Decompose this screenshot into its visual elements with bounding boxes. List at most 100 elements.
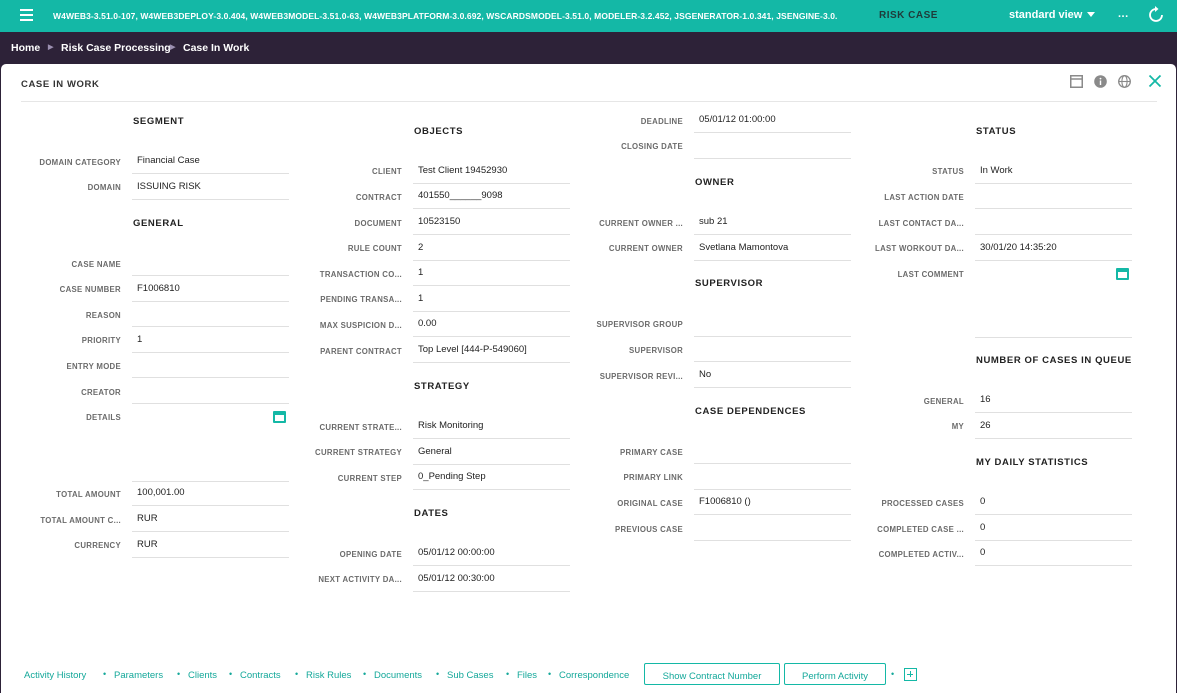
creator-field[interactable] [132,379,289,404]
primary-link-field[interactable] [694,465,851,490]
queue-my-field[interactable]: 26 [975,414,1132,439]
transaction-count-field[interactable]: 1 [413,261,570,286]
previous-case-field[interactable] [694,516,851,541]
info-icon[interactable] [1094,75,1107,88]
last-workout-date-field[interactable]: 30/01/20 14:35:20 [975,236,1132,261]
current-owner-group-field[interactable]: sub 21 [694,210,851,235]
globe-icon[interactable] [1118,75,1131,88]
field-label: CURRENCY [74,541,121,550]
completed-cases-field[interactable]: 0 [975,516,1132,541]
deadline-field[interactable]: 05/01/12 01:00:00 [694,108,851,133]
link-contracts[interactable]: Contracts [240,670,281,681]
show-contract-number-button[interactable]: Show Contract Number [644,663,780,685]
link-correspondence[interactable]: Correspondence [559,670,629,681]
more-button[interactable]: ... [1118,8,1129,20]
case-number-field[interactable]: F1006810 [132,277,289,302]
link-separator: • [363,669,367,679]
currency-field[interactable]: RUR [132,533,289,558]
field-label: CURRENT STEP [337,474,402,483]
supervisor-review-field[interactable]: No [694,363,851,388]
section-owner: OWNER [695,177,735,188]
view-selector[interactable]: standard view [1009,9,1096,21]
pending-transactions-field[interactable]: 1 [413,287,570,312]
primary-case-field[interactable] [694,439,851,464]
field-label: ORIGINAL CASE [617,499,683,508]
total-amount-currency-field[interactable]: RUR [132,507,289,532]
current-owner-field[interactable]: Svetlana Mamontova [694,236,851,261]
contract-field[interactable]: 401550______9098 [413,184,570,209]
domain-category-field[interactable]: Financial Case [132,149,289,174]
field-label: LAST CONTACT DA... [878,219,964,228]
parent-contract-field[interactable]: Top Level [444-P-549060] [413,338,570,363]
expand-editor-icon[interactable] [273,411,286,423]
total-amount-field[interactable]: 100,001.00 [132,481,289,506]
supervisor-group-field[interactable] [694,312,851,337]
field-label: PREVIOUS CASE [614,525,683,534]
link-separator: • [103,669,107,679]
link-parameters[interactable]: Parameters [114,670,163,681]
original-case-field[interactable]: F1006810 () [694,490,851,515]
link-files[interactable]: Files [517,670,537,681]
field-label: OPENING DATE [339,550,402,559]
field-label: LAST WORKOUT DA... [875,244,964,253]
entry-mode-field[interactable] [132,353,289,378]
top-bar: W4WEB3-3.51.0-107, W4WEB3DEPLOY-3.0.404,… [0,0,1177,32]
section-my-daily-statistics: MY DAILY STATISTICS [976,457,1089,468]
section-segment: SEGMENT [133,116,185,127]
next-activity-date-field[interactable]: 05/01/12 00:30:00 [413,567,570,592]
link-separator: • [891,669,895,679]
processed-cases-field[interactable]: 0 [975,490,1132,515]
field-label: PRIMARY LINK [623,473,683,482]
field-label: TOTAL AMOUNT [56,490,121,499]
breadcrumb-separator-icon: ▶ [48,44,54,51]
link-documents[interactable]: Documents [374,670,422,681]
section-supervisor: SUPERVISOR [695,278,764,289]
rule-count-field[interactable]: 2 [413,236,570,261]
link-separator: • [177,669,181,679]
expand-editor-icon[interactable] [1116,268,1129,280]
closing-date-field[interactable] [694,134,851,159]
refresh-icon[interactable] [1148,6,1164,24]
plus-square-icon[interactable] [904,668,917,681]
completed-activities-field[interactable]: 0 [975,541,1132,566]
field-label: TOTAL AMOUNT C... [40,516,121,525]
link-risk-rules[interactable]: Risk Rules [306,670,351,681]
close-icon[interactable] [1148,74,1162,88]
current-step-field[interactable]: 0_Pending Step [413,465,570,490]
queue-general-field[interactable]: 16 [975,388,1132,413]
reason-field[interactable] [132,302,289,327]
window-icon[interactable] [1070,75,1083,88]
field-label: DEADLINE [640,117,683,126]
current-strategy-field[interactable]: General [413,440,570,465]
supervisor-field[interactable] [694,337,851,362]
last-action-date-field[interactable] [975,184,1132,209]
perform-activity-button[interactable]: Perform Activity [784,663,886,685]
breadcrumb-risk-case-processing[interactable]: Risk Case Processing [61,42,171,54]
field-label: DOMAIN CATEGORY [39,158,121,167]
case-name-field[interactable] [132,251,289,276]
last-contact-date-field[interactable] [975,210,1132,235]
current-strategy-type-field[interactable]: Risk Monitoring [413,414,570,439]
field-label: CONTRACT [355,193,402,202]
last-comment-field[interactable] [975,261,1132,338]
section-strategy: STRATEGY [414,381,470,392]
opening-date-field[interactable]: 05/01/12 00:00:00 [413,541,570,566]
field-label: PROCESSED CASES [881,499,964,508]
section-general: GENERAL [133,218,184,229]
link-activity-history[interactable]: Activity History [24,670,86,681]
max-suspicion-field[interactable]: 0.00 [413,312,570,337]
domain-field[interactable]: ISSUING RISK [132,175,289,200]
field-label: REASON [85,311,121,320]
field-label: SUPERVISOR REVI... [599,372,683,381]
client-field[interactable]: Test Client 19452930 [413,159,570,184]
link-clients[interactable]: Clients [188,670,217,681]
field-label: GENERAL [923,397,964,406]
hamburger-icon[interactable] [20,9,33,21]
link-sub-cases[interactable]: Sub Cases [447,670,493,681]
details-field[interactable] [132,405,289,482]
priority-field[interactable]: 1 [132,328,289,353]
document-field[interactable]: 10523150 [413,210,570,235]
field-label: PRIORITY [81,336,121,345]
breadcrumb-home[interactable]: Home [11,42,40,54]
status-field[interactable]: In Work [975,159,1132,184]
